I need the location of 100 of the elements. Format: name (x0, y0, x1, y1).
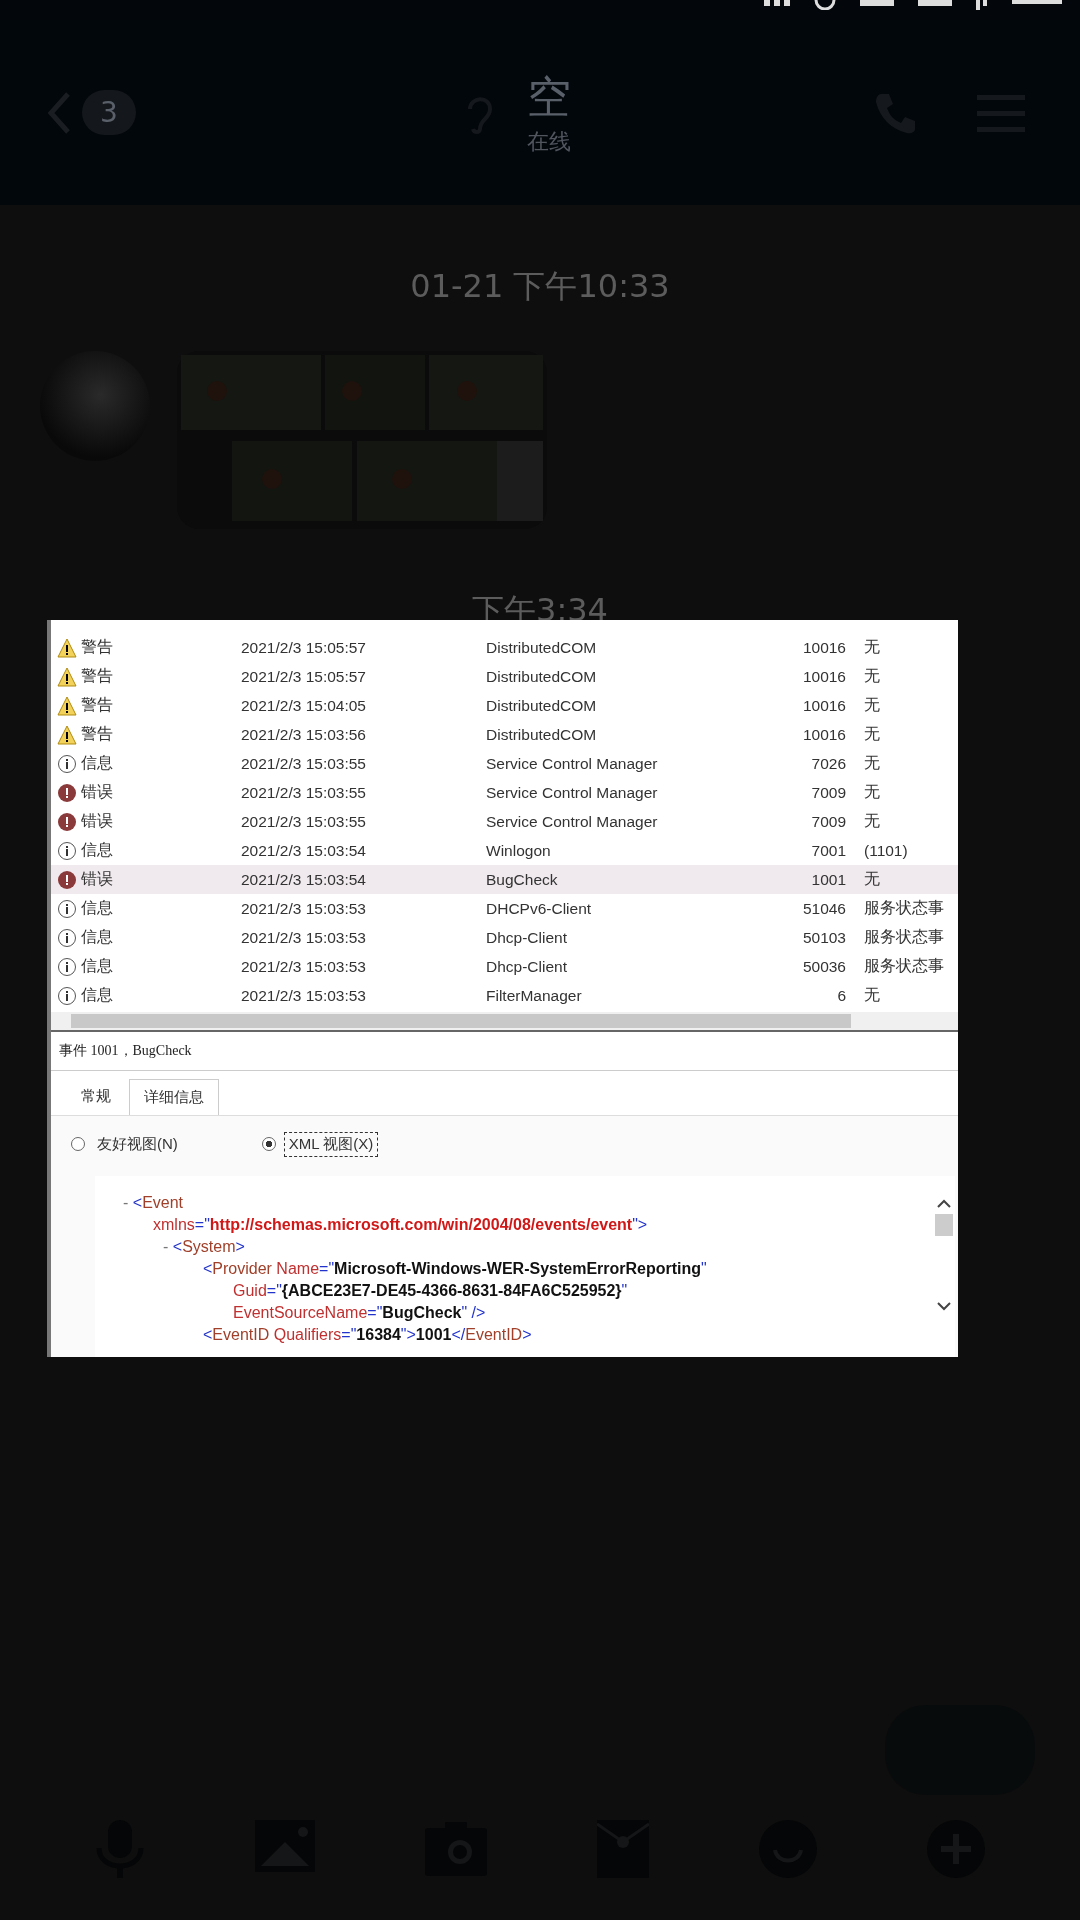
table-cell-text: 2021/2/3 15:03:54 (241, 841, 367, 860)
level-text: 信息 (81, 840, 113, 860)
xml-line: EventSourceName="BugCheck" /> (232, 1303, 487, 1323)
table-cell-text: DHCPv6-Client (486, 899, 593, 918)
info-icon (57, 956, 77, 977)
error-icon (57, 782, 77, 803)
table-cell-text: 服务状态事 (863, 898, 944, 918)
table-cell-text: 无 (863, 724, 880, 744)
option-label[interactable]: XML 视图(X) (283, 1131, 379, 1157)
table-cell-text: 50036 (801, 957, 846, 976)
tab[interactable]: 常规 (67, 1079, 125, 1115)
back-icon[interactable] (46, 90, 72, 135)
table-cell-text: 2021/2/3 15:03:53 (241, 899, 367, 918)
level-text: 信息 (81, 753, 113, 773)
table-cell-text: 无 (863, 811, 880, 831)
table-cell-text: 无 (863, 666, 880, 686)
level-text: 警告 (81, 695, 113, 715)
table-cell-text: 51046 (801, 899, 846, 918)
table-row[interactable]: 信息 2021/2/3 15:03:53 Dhcp-Client 50103 服务状态事 (51, 923, 958, 952)
table-cell-text: FilterManager (486, 986, 583, 1005)
table-cell-text: 10016 (801, 638, 846, 657)
table-cell-text: 10016 (801, 696, 846, 715)
dots-icon (764, 0, 790, 6)
table-cell-text: 2021/2/3 15:03:54 (241, 870, 367, 889)
table-cell-text: 2021/2/3 15:03:55 (241, 812, 367, 831)
level-text: 信息 (81, 927, 113, 947)
presence-status: 在线 (527, 128, 571, 156)
xml-line: - <Event (123, 1193, 185, 1213)
table-cell-text: 10016 (801, 725, 846, 744)
table-cell-text: 2021/2/3 15:03:53 (241, 986, 367, 1005)
error-icon (57, 811, 77, 832)
table-cell-text: 无 (863, 985, 880, 1005)
table-cell-text: 7009 (810, 812, 846, 831)
table-row[interactable]: 错误 2021/2/3 15:03:54 BugCheck 1001 无 (51, 865, 958, 894)
table-row[interactable]: 警告 2021/2/3 15:05:57 DistributedCOM 10016 无 (51, 633, 958, 662)
table-cell-text: 无 (863, 695, 880, 715)
info-icon (57, 840, 77, 861)
table-row[interactable]: 信息 2021/2/3 15:03:53 FilterManager 6 无 (51, 981, 958, 1010)
table-cell-text: 2021/2/3 15:03:55 (241, 754, 367, 773)
radio-button[interactable] (261, 1137, 276, 1151)
table-cell-text: 2021/2/3 15:05:57 (241, 667, 367, 686)
detail-title: 事件 1001，BugCheck (51, 1032, 958, 1071)
info-icon (57, 985, 77, 1006)
table-cell-text: Dhcp-Client (486, 928, 568, 947)
table-cell-text: 服务状态事 (863, 927, 944, 947)
error-icon (57, 869, 77, 890)
xml-line: <EventID Qualifiers="16384">1001</EventID> (202, 1325, 533, 1345)
table-cell-text: 1001 (810, 870, 846, 889)
xml-line: - <System> (162, 1237, 246, 1257)
xml-line: <Provider Name="Microsoft-Windows-WER-SystemErrorReporting" (202, 1259, 708, 1279)
table-row[interactable]: 信息 2021/2/3 15:03:53 DHCPv6-Client 51046 服务状态事 (51, 894, 958, 923)
clock-icon (814, 0, 836, 10)
scroll-thumb[interactable] (935, 1214, 953, 1236)
xml-line: xmlns="http://schemas.microsoft.com/win/2004/08/events/event"> (152, 1215, 649, 1235)
table-cell-text: BugCheck (486, 870, 559, 889)
warning-icon (57, 695, 77, 716)
table-row[interactable]: 信息 2021/2/3 15:03:54 Winlogon 7001 (1101) (51, 836, 958, 865)
table-row[interactable]: 错误 2021/2/3 15:03:55 Service Control Manager 7009 无 (51, 807, 958, 836)
table-cell-text: 7001 (810, 841, 846, 860)
table-cell-text: Dhcp-Client (486, 957, 568, 976)
table-cell-text: 无 (863, 782, 880, 802)
table-row[interactable]: 错误 2021/2/3 15:03:55 Service Control Manager 7009 无 (51, 778, 958, 807)
info-icon (57, 898, 77, 919)
tab[interactable]: 详细信息 (129, 1079, 219, 1115)
level-text: 信息 (81, 985, 113, 1005)
table-cell-text: 10016 (801, 667, 846, 686)
table-cell-text: Winlogon (486, 841, 552, 860)
table-row[interactable]: 警告 2021/2/3 15:04:05 DistributedCOM 10016 无 (51, 691, 958, 720)
table-cell-text: 无 (863, 753, 880, 773)
unread-badge: 3 (82, 90, 136, 135)
level-text: 信息 (81, 956, 113, 976)
table-row[interactable]: 信息 2021/2/3 15:03:53 Dhcp-Client 50036 服务状态事 (51, 952, 958, 981)
table-cell-text: 2021/2/3 15:03:55 (241, 783, 367, 802)
info-icon (57, 927, 77, 948)
timestamp: 01-21 下午10:33 (410, 266, 670, 307)
table-row[interactable]: 警告 2021/2/3 15:05:57 DistributedCOM 10016 无 (51, 662, 958, 691)
table-cell-text: Service Control Manager (486, 783, 659, 802)
table-cell-text: 50103 (801, 928, 846, 947)
table-cell-text: Service Control Manager (486, 812, 659, 831)
level-text: 信息 (81, 898, 113, 918)
table-cell-text: DistributedCOM (486, 667, 598, 686)
horizontal-scrollbar[interactable] (51, 1012, 958, 1032)
table-cell-text: 2021/2/3 15:03:56 (241, 725, 367, 744)
table-cell-text: Service Control Manager (486, 754, 659, 773)
table-row[interactable]: 信息 2021/2/3 15:03:55 Service Control Manager 7026 无 (51, 749, 958, 778)
table-row[interactable]: 警告 2021/2/3 15:03:56 DistributedCOM 10016 无 (51, 720, 958, 749)
level-text: 警告 (81, 666, 113, 686)
table-cell-text: 服务状态事 (863, 956, 944, 976)
warning-icon (57, 637, 77, 658)
table-cell-text: 2021/2/3 15:05:57 (241, 638, 367, 657)
table-cell-text: 无 (863, 637, 880, 657)
contact-name: 空 (527, 70, 571, 124)
level-text: 警告 (81, 724, 113, 744)
table-cell-text: 2021/2/3 15:04:05 (241, 696, 367, 715)
level-text: 警告 (81, 637, 113, 657)
radio-button[interactable] (71, 1137, 85, 1151)
table-cell-text: (1101) (863, 841, 908, 860)
table-cell-text: 2021/2/3 15:03:53 (241, 928, 367, 947)
option-label[interactable]: 友好视图(N) (93, 1132, 182, 1156)
table-cell-text: 7026 (810, 754, 846, 773)
